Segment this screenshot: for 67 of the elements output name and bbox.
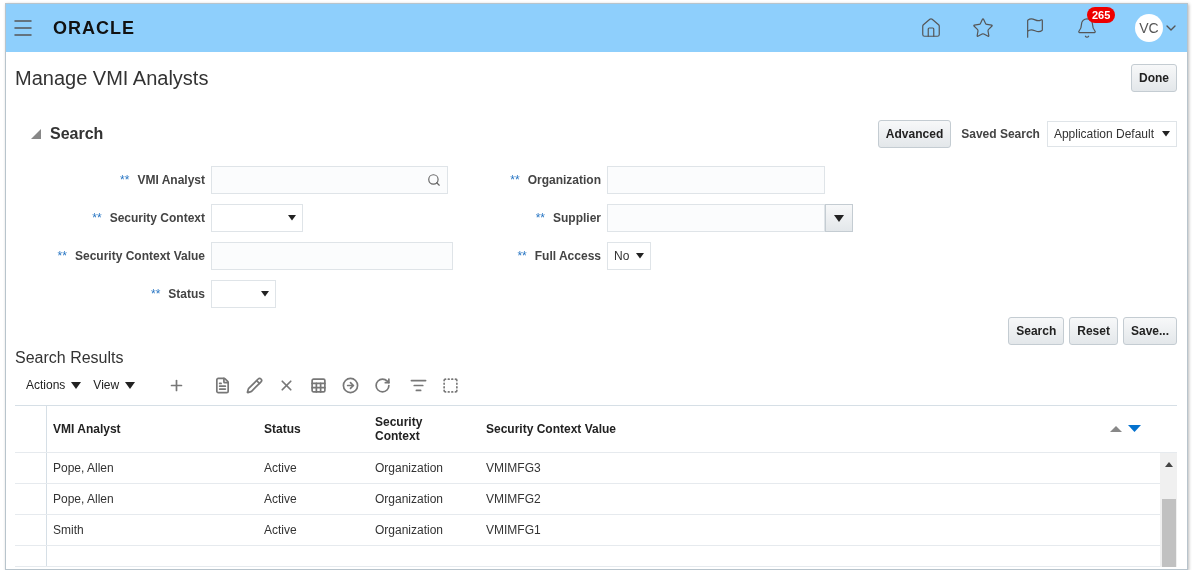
table-cell-text: Pope, Allen: [52, 491, 115, 508]
advanced-button[interactable]: Advanced: [877, 120, 952, 148]
caret-icon: [71, 381, 82, 389]
form-button[interactable]: Save...: [1122, 317, 1177, 345]
column-header[interactable]: Security Context Value: [480, 406, 1160, 452]
field-label: Security Context Value: [74, 249, 205, 263]
form-button[interactable]: Search: [1008, 317, 1065, 345]
collapse-icon[interactable]: [31, 129, 41, 139]
column-header[interactable]: VMI Analyst: [47, 406, 258, 452]
required-mark: **: [120, 173, 130, 187]
menu-button[interactable]: Actions: [26, 378, 82, 392]
saved-search-dropdown[interactable]: Application Default: [1046, 121, 1177, 147]
table-cell-text: VMIMFG2: [485, 491, 542, 508]
logo[interactable]: ORACLE: [53, 17, 135, 39]
table-cell-text: Organization: [374, 491, 445, 508]
column-header[interactable]: Security Context: [369, 406, 445, 452]
table-cell-text: Active: [263, 491, 298, 508]
caret-icon: [125, 381, 136, 389]
notification-badge: 265: [1087, 7, 1116, 23]
field-label: Status: [168, 287, 205, 301]
required-mark: **: [517, 249, 527, 263]
table-cell-text: Active: [263, 522, 298, 539]
menu-button[interactable]: View: [93, 378, 136, 392]
bell-icon[interactable]: [1076, 17, 1098, 39]
input-field[interactable]: [607, 204, 825, 232]
field-label: Full Access: [534, 249, 601, 263]
scroll-up-icon[interactable]: [1164, 461, 1173, 467]
page-title: Manage VMI Analysts: [15, 66, 209, 90]
caret-icon: [636, 253, 644, 259]
table-cell-text: VMIMFG1: [485, 522, 542, 539]
star-icon[interactable]: [972, 17, 994, 39]
table-cell-text: Organization: [374, 460, 445, 477]
field-label: VMI Analyst: [137, 173, 205, 187]
user-avatar[interactable]: VC: [1135, 14, 1163, 42]
caret-icon: [1162, 131, 1170, 137]
field-label: Organization: [527, 173, 601, 187]
input-field[interactable]: [607, 166, 825, 194]
home-icon[interactable]: [920, 17, 942, 39]
flag-icon[interactable]: [1024, 17, 1046, 39]
search-icon: [427, 173, 441, 187]
done-button[interactable]: Done: [1131, 64, 1177, 92]
required-mark: **: [535, 211, 545, 225]
required-mark: **: [92, 211, 102, 225]
table-cell-text: Organization: [374, 522, 445, 539]
saved-search-label: Saved Search: [961, 127, 1040, 141]
section-title: Search Results: [15, 349, 125, 367]
scrollbar[interactable]: [1160, 453, 1177, 567]
sort-icon[interactable]: [1110, 423, 1142, 433]
dropdown-button[interactable]: [825, 204, 853, 232]
input-field[interactable]: [211, 166, 448, 194]
table-cell-text: Active: [263, 460, 298, 477]
field-label: Security Context: [109, 211, 205, 225]
table-cell-text: VMIMFG3: [485, 460, 542, 477]
form-button[interactable]: Reset: [1069, 317, 1118, 345]
field-label: Supplier: [553, 211, 601, 225]
required-mark: **: [510, 173, 520, 187]
caret-icon: [261, 291, 269, 297]
column-header[interactable]: Status: [258, 406, 369, 452]
caret-icon: [288, 215, 296, 221]
input-field[interactable]: [211, 242, 453, 270]
section-title: Search: [50, 125, 104, 143]
table-cell-text: Smith: [52, 522, 85, 539]
caret-icon: [834, 214, 844, 222]
required-mark: **: [57, 249, 67, 263]
table-cell-text: Pope, Allen: [52, 460, 115, 477]
dropdown[interactable]: No: [607, 242, 651, 270]
required-mark: **: [150, 287, 161, 301]
